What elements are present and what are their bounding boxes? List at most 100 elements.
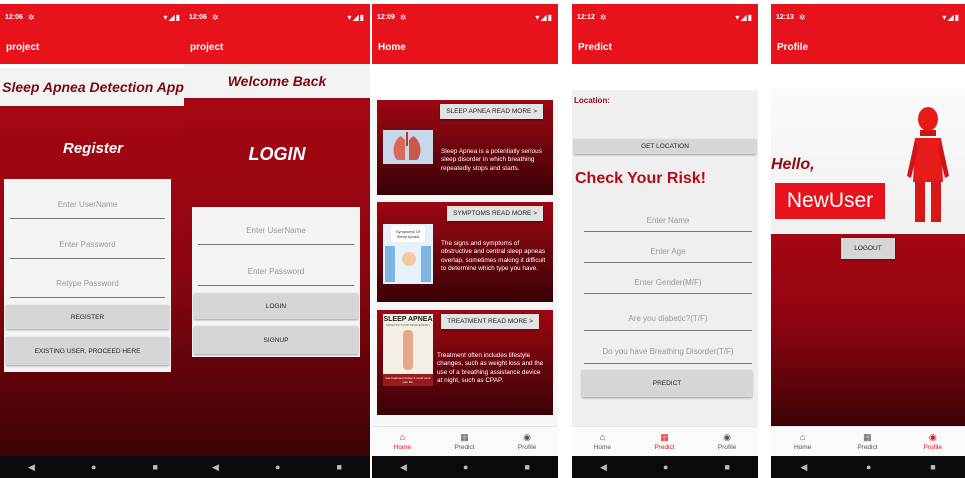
info-card-treatment[interactable]: TREATMENT READ MORE > SLEEP APNEA AFFECT… bbox=[377, 310, 553, 415]
lungs-illustration bbox=[383, 130, 433, 164]
account-icon: ◉ bbox=[928, 432, 937, 442]
nav-profile-label: Profile bbox=[517, 444, 537, 451]
circle-home-icon[interactable]: ● bbox=[866, 462, 871, 472]
signal-battery-icon: ▾◢▮ bbox=[163, 12, 181, 22]
name-field[interactable]: Enter Name bbox=[584, 210, 752, 232]
gear-icon: ✲ bbox=[27, 12, 35, 22]
square-recents-icon[interactable]: ■ bbox=[930, 462, 935, 472]
app-bar: Profile bbox=[771, 30, 965, 64]
nav-predict[interactable]: ▦ Predict bbox=[857, 432, 877, 451]
app-bar-title: Home bbox=[378, 41, 406, 53]
nav-profile-label: Profile bbox=[923, 444, 942, 451]
app-header-title: Welcome Back bbox=[227, 73, 327, 89]
treatment-thumb-footer: Get treatment today! It could save your … bbox=[383, 374, 433, 386]
username-field[interactable]: Enter UserName bbox=[10, 191, 165, 219]
home-screen: 12:09 ✲ ▾◢▮ Home SLEEP APNEA READ MORE >… bbox=[372, 0, 558, 478]
bottom-navigation: ⌂ Home ▦ Predict ◉ Profile bbox=[372, 426, 558, 456]
nav-profile[interactable]: ◉ Profile bbox=[924, 432, 942, 451]
square-recents-icon[interactable]: ■ bbox=[525, 462, 530, 472]
circle-home-icon[interactable]: ● bbox=[463, 462, 468, 472]
app-bar: project bbox=[0, 30, 186, 64]
home-icon: ⌂ bbox=[799, 432, 806, 442]
status-bar: 12:13 ✲ ▾◢▮ bbox=[771, 4, 965, 30]
red-background bbox=[771, 234, 965, 426]
info-card-symptoms[interactable]: SYMPTOMS READ MORE > Symptoms Of Sleep A… bbox=[377, 202, 553, 302]
treatment-thumb-title: SLEEP APNEA bbox=[383, 316, 433, 323]
nav-profile[interactable]: ◉ Profile bbox=[718, 432, 736, 451]
circle-home-icon[interactable]: ● bbox=[663, 462, 668, 472]
signal-battery-icon: ▾◢▮ bbox=[735, 12, 753, 22]
nav-home[interactable]: ⌂ Home bbox=[394, 432, 411, 451]
grid-icon: ▦ bbox=[460, 432, 469, 442]
login-heading: LOGIN bbox=[248, 144, 306, 164]
status-time: 12:12 bbox=[577, 13, 595, 21]
square-recents-icon[interactable]: ■ bbox=[337, 462, 342, 472]
account-icon: ◉ bbox=[523, 432, 532, 442]
password-field[interactable]: Enter Password bbox=[10, 231, 165, 259]
app-header-title: Sleep Apnea Detection App bbox=[2, 79, 184, 95]
nav-predict[interactable]: ▦ Predict bbox=[454, 432, 474, 451]
predict-screen: 12:12 ✲ ▾◢▮ Predict Location: GET LOCATI… bbox=[572, 0, 758, 478]
status-time: 12:06 bbox=[5, 13, 23, 21]
account-icon: ◉ bbox=[723, 432, 732, 442]
triangle-back-icon[interactable]: ◀ bbox=[400, 462, 407, 473]
username-field[interactable]: Enter UserName bbox=[198, 217, 354, 245]
login-form: Enter UserName Enter Password LOGIN SIGN… bbox=[192, 207, 360, 357]
card-description: Treatment often includes lifestyle chang… bbox=[437, 352, 544, 385]
read-more-symptoms-button[interactable]: SYMPTOMS READ MORE > bbox=[447, 206, 543, 221]
nav-profile[interactable]: ◉ Profile bbox=[518, 432, 536, 451]
predict-button[interactable]: PREDICT bbox=[582, 370, 752, 397]
risk-heading: Check Your Risk! bbox=[575, 170, 707, 187]
signup-button[interactable]: SIGNUP bbox=[194, 326, 358, 354]
logout-button[interactable]: LOGOUT bbox=[841, 238, 895, 259]
status-bar: 12:06 ✲ ▾◢▮ bbox=[184, 4, 370, 30]
card-description: Sleep Apnea is a potentially serious sle… bbox=[441, 148, 542, 172]
get-location-button[interactable]: GET LOCATION bbox=[574, 139, 756, 154]
app-bar-title: Predict bbox=[578, 41, 612, 53]
app-bar-title: project bbox=[190, 41, 224, 53]
signal-battery-icon: ▾◢▮ bbox=[942, 12, 960, 22]
square-recents-icon[interactable]: ■ bbox=[153, 462, 158, 472]
avatar bbox=[905, 106, 951, 226]
home-icon: ⌂ bbox=[399, 432, 406, 442]
breathing-disorder-field[interactable]: Do you have Breathing Disorder(T/F) bbox=[584, 340, 752, 364]
login-button[interactable]: LOGIN bbox=[194, 293, 358, 319]
login-screen: 12:06 ✲ ▾◢▮ project Welcome Back LOGIN E… bbox=[184, 0, 370, 478]
circle-home-icon[interactable]: ● bbox=[275, 462, 280, 472]
register-button[interactable]: REGISTER bbox=[6, 305, 169, 329]
nav-home-label: Home bbox=[393, 444, 411, 451]
read-more-treatment-button[interactable]: TREATMENT READ MORE > bbox=[441, 314, 539, 329]
gender-field[interactable]: Enter Gender(M/F) bbox=[584, 272, 752, 294]
gear-icon: ✲ bbox=[211, 12, 219, 22]
triangle-back-icon[interactable]: ◀ bbox=[600, 462, 607, 473]
age-field[interactable]: Enter Age bbox=[584, 241, 752, 263]
grid-icon: ▦ bbox=[660, 432, 669, 442]
read-more-sleep-apnea-button[interactable]: SLEEP APNEA READ MORE > bbox=[440, 104, 543, 119]
circle-home-icon[interactable]: ● bbox=[91, 462, 96, 472]
triangle-back-icon[interactable]: ◀ bbox=[212, 462, 219, 473]
existing-user-button[interactable]: EXISTING USER, PROCEED HERE bbox=[6, 337, 169, 365]
system-nav-bar: ◀ ● ■ bbox=[184, 456, 370, 478]
grid-icon: ▦ bbox=[863, 432, 872, 442]
register-heading: Register bbox=[62, 140, 124, 157]
triangle-back-icon[interactable]: ◀ bbox=[28, 462, 35, 473]
system-nav-bar: ◀ ● ■ bbox=[771, 456, 965, 478]
diabetic-field[interactable]: Are you diabetic?(T/F) bbox=[584, 307, 752, 331]
status-bar: 12:06 ✲ ▾◢▮ bbox=[0, 4, 186, 30]
password-field[interactable]: Enter Password bbox=[198, 258, 354, 286]
triangle-back-icon[interactable]: ◀ bbox=[800, 462, 807, 473]
nav-profile-label: Profile bbox=[717, 444, 737, 451]
gear-icon: ✲ bbox=[798, 12, 806, 22]
nav-home[interactable]: ⌂ Home bbox=[794, 432, 811, 451]
location-label: Location: bbox=[574, 96, 610, 105]
nav-home[interactable]: ⌂ Home bbox=[594, 432, 611, 451]
info-card-sleep-apnea[interactable]: SLEEP APNEA READ MORE > Sleep Apnea is a… bbox=[377, 100, 553, 195]
status-bar: 12:12 ✲ ▾◢▮ bbox=[572, 4, 758, 30]
treatment-illustration: SLEEP APNEA AFFECTS YOUR WHOLE BODY Get … bbox=[383, 314, 433, 386]
nav-home-label: Home bbox=[793, 444, 812, 451]
retype-password-field[interactable]: Retype Password bbox=[10, 270, 165, 298]
app-header: Welcome Back bbox=[184, 64, 370, 98]
nav-predict[interactable]: ▦ Predict bbox=[654, 432, 674, 451]
square-recents-icon[interactable]: ■ bbox=[725, 462, 730, 472]
app-bar: project bbox=[184, 30, 370, 64]
